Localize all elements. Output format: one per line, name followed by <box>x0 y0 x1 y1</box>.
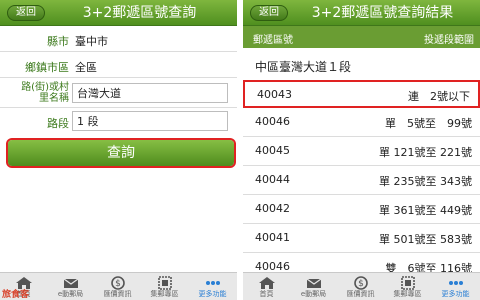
postal-code: 40046 <box>255 115 290 128</box>
tab-bar: 首頁 e動郵局 $ 匯價資訊 集郵專區 更多功能 <box>243 272 480 300</box>
app-header: 返回 3+2郵遞區號查詢結果 <box>243 0 480 26</box>
back-button[interactable]: 返回 <box>250 5 288 21</box>
postal-code: 40044 <box>255 173 290 186</box>
table-row[interactable]: 40042 單 361號至 449號 <box>243 196 480 224</box>
page-title: 3+2郵遞區號查詢 <box>82 5 197 21</box>
section-label: 路段 <box>47 117 69 130</box>
watermark-logo: 旅食客 <box>2 290 30 300</box>
more-icon <box>448 281 463 285</box>
road-label: 路(街)或村里名稱 <box>21 82 69 104</box>
delivery-range: 單 501號至 583號 <box>379 233 472 246</box>
table-row[interactable]: 40046 單 5號至 99號 <box>243 109 480 137</box>
district-select[interactable]: 全區 <box>75 59 97 75</box>
post-icon <box>63 278 78 288</box>
table-row[interactable]: 40044 單 235號至 343號 <box>243 167 480 195</box>
results-column-header: 郵遞區號 投遞段範圍 <box>243 26 480 48</box>
postal-code: 40042 <box>255 202 290 215</box>
road-input[interactable] <box>72 83 228 103</box>
column-range: 投遞段範圍 <box>424 35 474 46</box>
delivery-range: 單 5號至 99號 <box>385 117 472 130</box>
city-row[interactable]: 縣市 臺中市 <box>0 26 237 52</box>
tab-post[interactable]: e動郵局 <box>47 273 94 300</box>
dollar-icon: $ <box>353 276 368 290</box>
tab-label: 首頁 <box>259 290 274 298</box>
section-row: 路段 <box>0 108 237 134</box>
city-select[interactable]: 臺中市 <box>75 33 108 49</box>
dollar-icon: $ <box>110 276 125 290</box>
query-button[interactable]: 查詢 <box>8 140 234 166</box>
svg-text:$: $ <box>358 279 364 289</box>
district-row[interactable]: 鄉鎮市區 全區 <box>0 52 237 78</box>
query-screen: 返回 3+2郵遞區號查詢 縣市 臺中市 鄉鎮市區 全區 路(街)或村里名稱 路段… <box>0 0 237 300</box>
table-row[interactable]: 40045 單 121號至 221號 <box>243 138 480 166</box>
app-header: 返回 3+2郵遞區號查詢 <box>0 0 237 26</box>
postal-code: 40041 <box>255 231 290 244</box>
table-row[interactable]: 40043 連 2號以下 <box>243 80 480 108</box>
stamp-icon <box>157 276 172 290</box>
postal-code: 40043 <box>257 88 292 101</box>
tab-label: 集郵專區 <box>393 290 422 298</box>
tab-stamps[interactable]: 集郵專區 <box>384 273 431 300</box>
more-icon <box>205 281 220 285</box>
tab-post[interactable]: e動郵局 <box>290 273 337 300</box>
tab-label: e動郵局 <box>300 290 327 298</box>
tab-more[interactable]: 更多功能 <box>188 273 237 300</box>
road-row: 路(街)或村里名稱 <box>0 78 237 108</box>
tab-label: 更多功能 <box>198 290 227 298</box>
tab-label: e動郵局 <box>57 290 84 298</box>
svg-text:$: $ <box>115 279 121 289</box>
tab-label: 更多功能 <box>441 290 470 298</box>
page-title: 3+2郵遞區號查詢結果 <box>311 5 454 21</box>
stamp-icon <box>400 276 415 290</box>
delivery-range: 單 235號至 343號 <box>379 175 472 188</box>
city-label: 縣市 <box>47 35 69 48</box>
post-icon <box>306 278 321 288</box>
tab-label: 集郵專區 <box>150 290 179 298</box>
delivery-range: 單 121號至 221號 <box>379 146 472 159</box>
tab-exchange[interactable]: $ 匯價資訊 <box>94 273 141 300</box>
road-title: 中區臺灣大道１段 <box>255 60 352 74</box>
home-icon <box>258 277 275 289</box>
delivery-range: 單 361號至 449號 <box>379 204 472 217</box>
column-code: 郵遞區號 <box>253 35 293 46</box>
delivery-range: 連 2號以下 <box>408 90 470 103</box>
tab-exchange[interactable]: $ 匯價資訊 <box>337 273 384 300</box>
postal-code: 40045 <box>255 144 290 157</box>
district-label: 鄉鎮市區 <box>25 61 69 74</box>
tab-label: 匯價資訊 <box>103 290 132 298</box>
tab-label: 匯價資訊 <box>346 290 375 298</box>
tab-home[interactable]: 首頁 <box>243 273 290 300</box>
section-input[interactable] <box>72 111 228 131</box>
tab-stamps[interactable]: 集郵專區 <box>141 273 188 300</box>
tab-bar: 首頁 e動郵局 $ 匯價資訊 集郵專區 更多功能 <box>0 272 237 300</box>
results-screen: 返回 3+2郵遞區號查詢結果 郵遞區號 投遞段範圍 中區臺灣大道１段 40043… <box>243 0 480 300</box>
back-button[interactable]: 返回 <box>7 5 45 21</box>
table-row[interactable]: 40041 單 501號至 583號 <box>243 225 480 253</box>
tab-more[interactable]: 更多功能 <box>431 273 480 300</box>
